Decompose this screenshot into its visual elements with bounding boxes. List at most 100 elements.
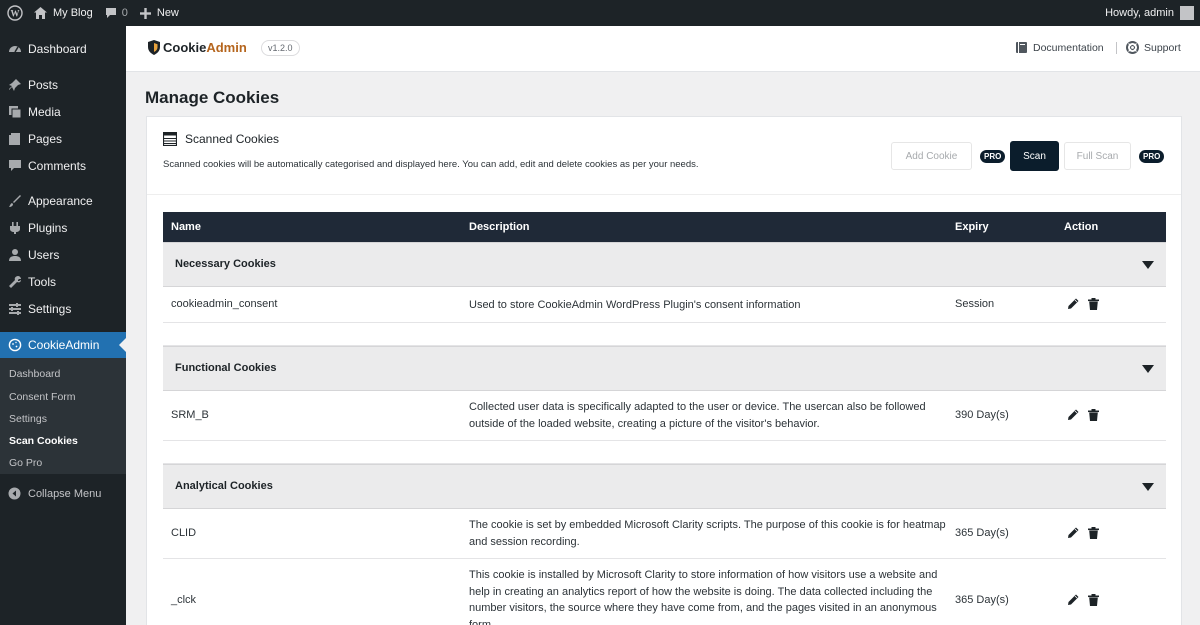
trash-icon[interactable] <box>1088 527 1099 539</box>
sidebar-item-media[interactable]: Media <box>0 99 126 125</box>
sidebar-item-posts[interactable]: Posts <box>0 72 126 98</box>
sidebar-item-label: Users <box>28 248 60 262</box>
sidebar-item-label: Appearance <box>28 194 93 208</box>
trash-icon[interactable] <box>1088 298 1099 310</box>
pin-icon <box>8 78 22 92</box>
submenu-item-consent-form[interactable]: Consent Form <box>9 391 76 403</box>
group-spacer <box>163 441 1166 464</box>
sidebar-item-label: Plugins <box>28 221 68 235</box>
sidebar-item-tools[interactable]: Tools <box>0 269 126 295</box>
sidebar-item-label: Pages <box>28 132 63 146</box>
sidebar-item-comments[interactable]: Comments <box>0 153 126 179</box>
cookieadmin-submenu: Dashboard Consent Form Settings Scan Coo… <box>0 358 126 474</box>
add-cookie-button[interactable]: Add Cookie <box>891 142 972 170</box>
sidebar-item-label: Media <box>28 105 61 119</box>
cookie-description: Collected user data is specifically adap… <box>469 401 926 430</box>
table-row: cookieadmin_consent Used to store Cookie… <box>163 287 1166 323</box>
lifebuoy-icon <box>1126 41 1139 54</box>
cookie-name: _clck <box>171 594 197 606</box>
edit-pencil-icon[interactable] <box>1067 594 1079 606</box>
group-label: Functional Cookies <box>175 362 277 374</box>
sidebar-item-label: CookieAdmin <box>28 338 100 352</box>
wordpress-logo-icon[interactable]: W <box>2 0 28 26</box>
support-link[interactable]: Support <box>1126 41 1181 54</box>
group-spacer <box>163 323 1166 346</box>
sidebar-item-appearance[interactable]: Appearance <box>0 188 126 214</box>
edit-pencil-icon[interactable] <box>1067 527 1079 539</box>
cookie-description: This cookie is installed by Microsoft Cl… <box>469 569 938 625</box>
account-menu[interactable]: Howdy, admin <box>1099 0 1200 26</box>
svg-text:W: W <box>11 9 20 19</box>
card-title-text: Scanned Cookies <box>185 132 280 146</box>
cookie-description: Used to store CookieAdmin WordPress Plug… <box>469 299 801 311</box>
sidebar-item-settings[interactable]: Settings <box>0 296 126 322</box>
sidebar-item-label: Comments <box>28 159 87 173</box>
cookie-expiry: 390 Day(s) <box>955 409 1009 421</box>
edit-pencil-icon[interactable] <box>1067 409 1079 421</box>
submenu-item-scan-cookies[interactable]: Scan Cookies <box>9 435 78 447</box>
pro-badge: PRO <box>1139 150 1165 163</box>
trash-icon[interactable] <box>1088 594 1099 606</box>
plugin-header: Cookie Admin v1.2.0 Documentation Support <box>126 26 1200 72</box>
table-list-icon <box>163 132 177 146</box>
submenu-item-settings[interactable]: Settings <box>9 413 47 425</box>
site-name-link[interactable]: My Blog <box>28 0 99 26</box>
cookieadmin-logo: Cookie Admin <box>147 40 247 55</box>
howdy-text: Howdy, admin <box>1105 7 1174 19</box>
chevron-down-icon[interactable] <box>1142 482 1154 492</box>
col-header-action: Action <box>1064 221 1099 233</box>
settings-icon <box>8 302 22 316</box>
sidebar-item-label: Settings <box>28 302 72 316</box>
submenu-item-go-pro[interactable]: Go Pro <box>9 457 42 469</box>
cookie-name: cookieadmin_consent <box>171 298 278 310</box>
sidebar-item-cookieadmin[interactable]: CookieAdmin <box>0 332 126 358</box>
chevron-down-icon[interactable] <box>1142 260 1154 270</box>
book-icon <box>1016 42 1027 53</box>
table-header: Name Description Expiry Action <box>163 212 1166 242</box>
group-row-functional[interactable]: Functional Cookies <box>163 346 1166 391</box>
sidebar-item-dashboard[interactable]: Dashboard <box>0 36 126 62</box>
header-divider <box>1116 42 1117 54</box>
comment-bubble-icon <box>105 8 116 18</box>
new-content-link[interactable]: New <box>134 0 185 26</box>
table-row: _clck This cookie is installed by Micros… <box>163 559 1166 625</box>
card-header: Scanned Cookies Scanned cookies will be … <box>147 117 1181 195</box>
scan-button[interactable]: Scan <box>1010 141 1059 171</box>
table-row: SRM_B Collected user data is specificall… <box>163 391 1166 441</box>
cookie-expiry: 365 Day(s) <box>955 594 1009 606</box>
sidebar-item-label: Tools <box>28 275 57 289</box>
admin-sidebar: Dashboard Posts Media Pages Comments App… <box>0 26 126 625</box>
admin-bar: W My Blog 0 New Howdy, admin <box>0 0 1200 26</box>
documentation-link[interactable]: Documentation <box>1015 41 1104 54</box>
plug-icon <box>8 221 22 235</box>
row-actions <box>1067 409 1099 421</box>
media-icon <box>8 105 22 119</box>
cookie-description: The cookie is set by embedded Microsoft … <box>469 519 946 548</box>
collapse-menu-button[interactable]: Collapse Menu <box>8 487 101 500</box>
brush-icon <box>8 194 22 208</box>
full-scan-button[interactable]: Full Scan <box>1064 142 1131 170</box>
comments-link[interactable]: 0 <box>99 0 134 26</box>
pro-badge: PRO <box>980 150 1006 163</box>
row-actions <box>1067 527 1099 539</box>
trash-icon[interactable] <box>1088 409 1099 421</box>
card-description: Scanned cookies will be automatically ca… <box>163 159 699 170</box>
sidebar-item-pages[interactable]: Pages <box>0 126 126 152</box>
card-title: Scanned Cookies <box>163 132 279 146</box>
edit-pencil-icon[interactable] <box>1067 298 1079 310</box>
user-icon <box>8 248 22 262</box>
group-row-analytical[interactable]: Analytical Cookies <box>163 464 1166 509</box>
submenu-item-dashboard[interactable]: Dashboard <box>9 368 60 380</box>
sidebar-item-users[interactable]: Users <box>0 242 126 268</box>
row-actions <box>1067 298 1099 310</box>
collapse-arrow-icon <box>8 487 21 500</box>
page-title: Manage Cookies <box>145 88 280 107</box>
col-header-expiry: Expiry <box>955 221 989 233</box>
comment-icon <box>8 159 22 173</box>
cookie-expiry: 365 Day(s) <box>955 527 1009 539</box>
group-row-necessary[interactable]: Necessary Cookies <box>163 242 1166 287</box>
chevron-down-icon[interactable] <box>1142 364 1154 374</box>
table-row: CLID The cookie is set by embedded Micro… <box>163 509 1166 559</box>
cookie-name: SRM_B <box>171 409 209 421</box>
sidebar-item-plugins[interactable]: Plugins <box>0 215 126 241</box>
